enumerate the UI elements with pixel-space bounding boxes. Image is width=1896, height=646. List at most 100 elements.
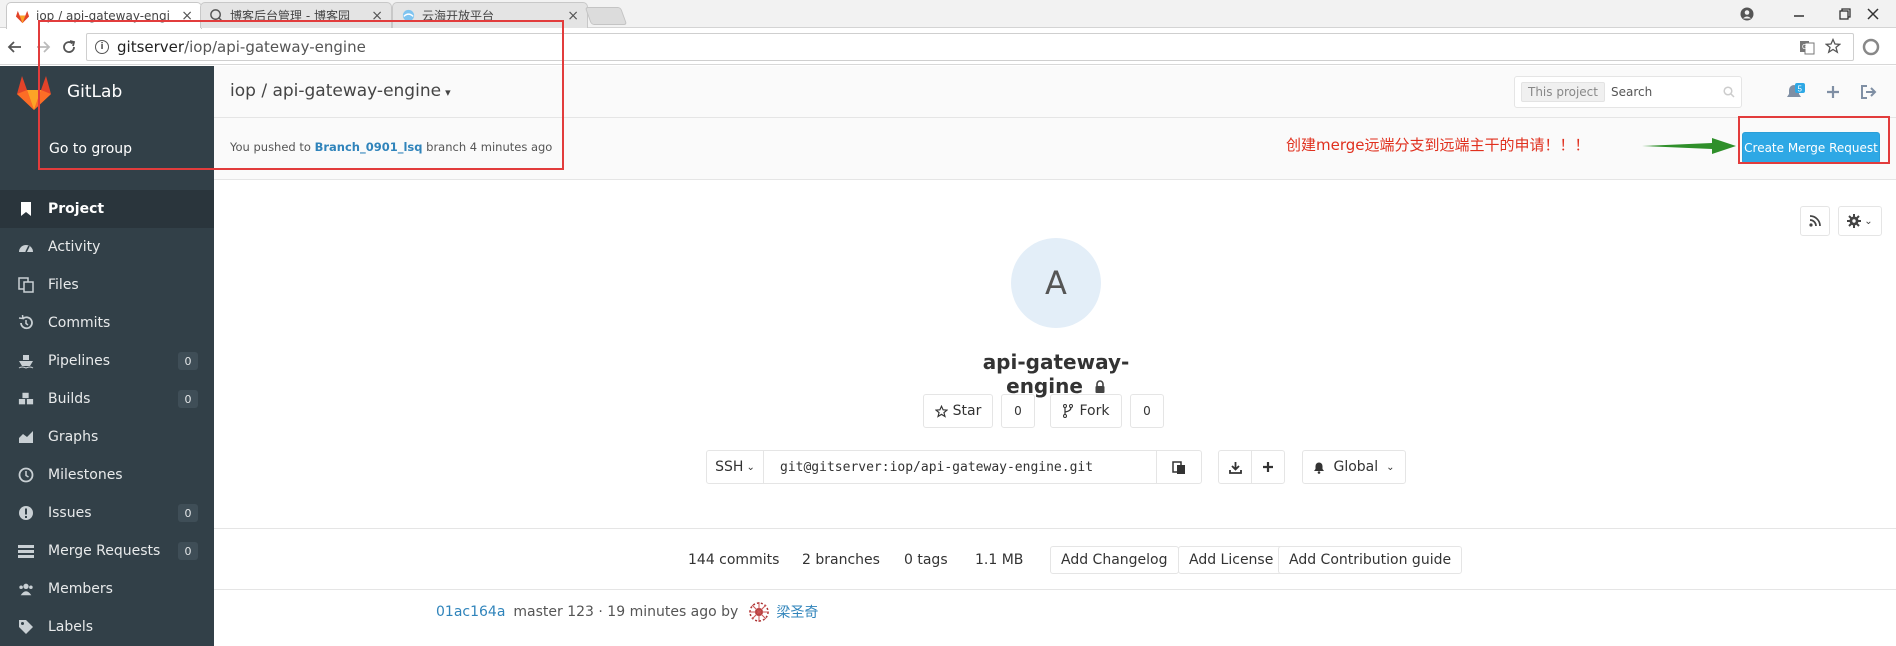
sidebar-item-files[interactable]: Files <box>0 266 214 304</box>
issues-count-badge: 0 <box>178 504 198 522</box>
rss-icon <box>1809 215 1821 227</box>
dashboard-icon <box>18 239 34 255</box>
sidebar-item-pipelines[interactable]: Pipelines 0 <box>0 342 214 380</box>
user-avatar[interactable] <box>748 601 770 623</box>
gear-icon <box>1847 214 1862 228</box>
search-placeholder: Search <box>1610 85 1653 99</box>
search-input[interactable]: This project Search <box>1514 76 1742 108</box>
sidebar-item-merge-requests[interactable]: Merge Requests 0 <box>0 532 214 570</box>
sidebar-item-label: Files <box>48 277 79 293</box>
sidebar-item-activity[interactable]: Activity <box>0 228 214 266</box>
rss-button[interactable] <box>1800 206 1830 236</box>
clone-url-field[interactable]: git@gitserver:iop/api-gateway-engine.git <box>763 450 1157 484</box>
protocol-label: SSH <box>715 459 744 475</box>
sign-out-icon[interactable] <box>1858 81 1880 103</box>
bell-icon <box>1314 462 1325 474</box>
sidebar-item-label: Labels <box>48 619 94 635</box>
new-tab-button[interactable] <box>584 7 628 25</box>
sidebar-item-project[interactable]: Project <box>0 190 214 228</box>
plus-icon <box>1263 462 1273 472</box>
last-commit: 01ac164a master 123 · 19 minutes ago by … <box>436 601 818 623</box>
extension-icon[interactable] <box>1860 36 1882 58</box>
star-count[interactable]: 0 <box>1001 394 1035 428</box>
svg-text:G: G <box>1802 44 1807 51</box>
sidebar-item-label: Commits <box>48 315 111 331</box>
commit-message: master 123 · 19 minutes ago by <box>513 604 739 620</box>
fork-icon <box>1062 404 1073 418</box>
sidebar-item-graphs[interactable]: Graphs <box>0 418 214 456</box>
add-contribution-guide-button[interactable]: Add Contribution guide <box>1278 546 1463 574</box>
chevron-down-icon: ⌄ <box>1864 215 1873 227</box>
star-icon <box>934 404 948 418</box>
plus-icon[interactable] <box>1822 81 1844 103</box>
project-name: api-gateway-engine <box>982 350 1130 398</box>
builds-count-badge: 0 <box>178 390 198 408</box>
users-icon <box>18 581 34 597</box>
sidebar-item-members[interactable]: Members <box>0 570 214 608</box>
sidebar-item-label: Builds <box>48 391 91 407</box>
profile-icon[interactable] <box>1724 0 1770 28</box>
star-button[interactable]: Star <box>923 394 993 428</box>
project-settings-dropdown[interactable]: ⌄ <box>1838 206 1882 236</box>
tags-count-link[interactable]: 0 tags <box>904 546 948 574</box>
merge-requests-count-badge: 0 <box>178 542 198 560</box>
bookmark-icon <box>18 201 34 217</box>
notification-level-label: Global <box>1333 459 1379 475</box>
sidebar-item-label: Milestones <box>48 467 123 483</box>
sidebar-item-label: Project <box>48 201 105 217</box>
sidebar-item-labels[interactable]: Labels <box>0 608 214 646</box>
search-scope-badge: This project <box>1521 82 1605 102</box>
search-icon <box>1723 86 1735 98</box>
gitlab-favicon-icon <box>15 10 30 23</box>
repo-size: 1.1 MB <box>975 552 1024 568</box>
clipboard-icon <box>1172 461 1185 474</box>
commits-count-link[interactable]: 144 commits <box>688 546 779 574</box>
clock-icon <box>18 467 34 483</box>
bookmark-star-icon[interactable] <box>1824 37 1842 58</box>
add-file-button[interactable] <box>1251 450 1285 484</box>
annotation-highlight-box <box>38 20 564 170</box>
notification-level-dropdown[interactable]: Global ⌄ <box>1302 450 1406 484</box>
sidebar-item-label: Activity <box>48 239 101 255</box>
branches-count-link[interactable]: 2 branches <box>802 546 880 574</box>
exclamation-circle-icon <box>18 505 34 521</box>
fork-count[interactable]: 0 <box>1130 394 1164 428</box>
fork-button[interactable]: Fork <box>1050 394 1122 428</box>
sidebar-item-issues[interactable]: Issues 0 <box>0 494 214 532</box>
translate-icon[interactable]: G <box>1799 39 1815 59</box>
minimize-icon[interactable] <box>1776 0 1822 28</box>
download-button[interactable] <box>1218 450 1252 484</box>
project-avatar: A <box>1011 238 1101 328</box>
copy-clone-url-button[interactable] <box>1156 450 1202 484</box>
history-icon <box>18 315 34 331</box>
annotation-text: 创建merge远端分支到远端主干的申请！！！ <box>1286 136 1590 154</box>
close-window-icon[interactable] <box>1850 0 1896 28</box>
files-icon <box>18 277 34 293</box>
close-tab-icon[interactable]: × <box>567 8 579 24</box>
annotation-arrow-icon <box>1642 138 1736 154</box>
star-label: Star <box>952 403 982 419</box>
todos-bell-icon[interactable]: 5 <box>1784 81 1806 103</box>
project-title: api-gateway-engine <box>946 350 1166 398</box>
ship-icon <box>18 353 34 369</box>
clone-protocol-dropdown[interactable]: SSH ⌄ <box>706 450 764 484</box>
lock-icon <box>1095 380 1105 393</box>
area-chart-icon <box>18 429 34 445</box>
add-license-button[interactable]: Add License <box>1178 546 1285 574</box>
tasks-icon <box>18 543 34 559</box>
sidebar-item-label: Merge Requests <box>48 543 161 559</box>
add-changelog-button[interactable]: Add Changelog <box>1050 546 1179 574</box>
sidebar-item-milestones[interactable]: Milestones <box>0 456 214 494</box>
sidebar-item-builds[interactable]: Builds 0 <box>0 380 214 418</box>
pipelines-count-badge: 0 <box>178 352 198 370</box>
project-stats-bar: 144 commits 2 branches 0 tags 1.1 MB Add… <box>214 528 1896 590</box>
sidebar-item-commits[interactable]: Commits <box>0 304 214 342</box>
commit-sha-link[interactable]: 01ac164a <box>436 604 505 620</box>
sidebar-item-label: Members <box>48 581 113 597</box>
sidebar-item-label: Issues <box>48 505 92 521</box>
tags-icon <box>18 619 34 635</box>
commit-author-link[interactable]: 梁圣奇 <box>776 602 818 622</box>
cubes-icon <box>18 391 34 407</box>
sidebar-item-label: Graphs <box>48 429 99 445</box>
back-arrow-icon[interactable] <box>4 36 26 58</box>
